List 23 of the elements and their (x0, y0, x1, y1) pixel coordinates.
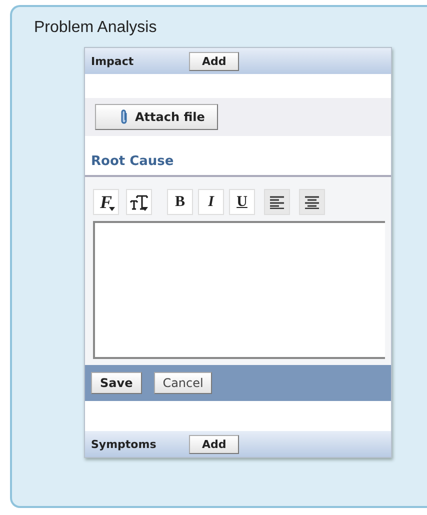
font-size-button[interactable] (126, 189, 152, 215)
font-button[interactable]: F (93, 189, 119, 215)
align-center-button[interactable] (299, 189, 325, 215)
text-area[interactable] (93, 221, 385, 359)
cancel-button[interactable]: Cancel (154, 372, 212, 394)
font-size-icon (130, 193, 148, 211)
add-button[interactable]: Add (189, 52, 240, 70)
section-label: Impact (91, 54, 135, 68)
underline-button[interactable]: U (229, 189, 255, 215)
add-button[interactable]: Add (189, 434, 240, 454)
section-label: Symptoms (91, 438, 158, 450)
bold-button[interactable]: B (167, 189, 193, 215)
italic-button[interactable]: I (198, 189, 224, 215)
attach-file-button[interactable]: Attach file (95, 104, 218, 130)
panel-title: Problem Analysis (34, 19, 157, 37)
caret-icon (142, 207, 148, 211)
align-center-icon (305, 196, 319, 208)
save-button[interactable]: Save (91, 372, 142, 394)
paperclip-icon (120, 109, 129, 125)
align-left-icon (270, 196, 284, 208)
align-left-button[interactable] (264, 189, 290, 215)
section-label: Root Cause (90, 153, 174, 171)
caret-icon (109, 207, 115, 211)
